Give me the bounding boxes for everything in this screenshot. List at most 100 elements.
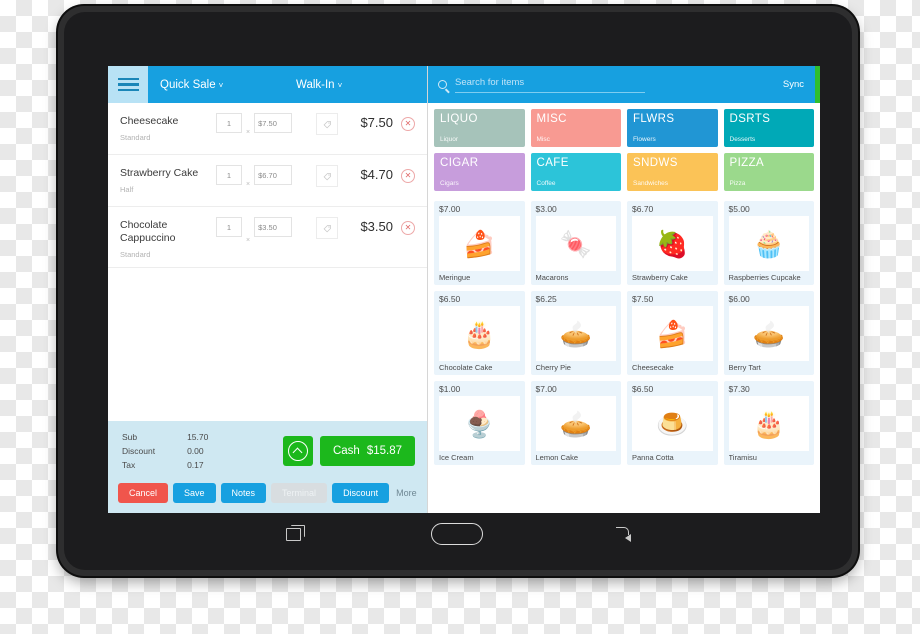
home-button-icon[interactable] bbox=[431, 523, 483, 545]
product-name: Ice Cream bbox=[439, 453, 474, 462]
product-image: 🥧 bbox=[535, 396, 616, 451]
remove-circle-icon[interactable]: ✕ bbox=[401, 117, 415, 131]
table-row: Tax 0.17 bbox=[122, 459, 208, 471]
product-tile[interactable]: $7.00 🍰 Meringue bbox=[434, 201, 525, 285]
product-tile[interactable]: $6.50 🎂 Chocolate Cake bbox=[434, 291, 525, 375]
category-name: Cigars bbox=[440, 180, 459, 187]
product-tile[interactable]: $7.30 🎂 Tiramisu bbox=[723, 381, 814, 465]
cart-item-info: Cheesecake Standard bbox=[120, 113, 216, 142]
table-row: Discount 0.00 bbox=[122, 445, 208, 457]
product-image: 🧁 bbox=[728, 216, 809, 271]
cart-item-variant: Standard bbox=[120, 133, 151, 142]
multiply-symbol: × bbox=[246, 128, 251, 136]
remove-circle-icon[interactable]: ✕ bbox=[401, 221, 415, 235]
unit-price-field[interactable]: $6.70 bbox=[254, 165, 293, 185]
product-name: Tiramisu bbox=[728, 453, 757, 462]
category-code: DSRTS bbox=[729, 113, 771, 125]
quantity-stepper[interactable]: 1 bbox=[216, 217, 242, 237]
product-name: Lemon Cake bbox=[535, 453, 579, 462]
cart-topbar: Quick Sale ˅ Walk-In ˅ bbox=[108, 66, 427, 103]
multiply-symbol: × bbox=[246, 237, 251, 244]
product-image: 🍮 bbox=[632, 396, 713, 451]
total-value: 15.70 bbox=[187, 432, 209, 442]
notes-button[interactable]: Notes bbox=[220, 483, 267, 503]
product-name: Panna Cotta bbox=[632, 453, 674, 462]
product-image: 🥧 bbox=[728, 306, 809, 361]
unit-price-field[interactable]: $3.50 bbox=[254, 217, 293, 237]
category-tile-cafe[interactable]: CAFE Coffee bbox=[530, 153, 621, 191]
android-nav-bar bbox=[64, 506, 852, 562]
category-tile-dsrts[interactable]: DSRTS Desserts bbox=[723, 109, 814, 147]
category-tile-misc[interactable]: MISC Misc bbox=[530, 109, 621, 147]
tag-icon[interactable] bbox=[316, 113, 339, 135]
product-image: 🍓 bbox=[632, 216, 713, 271]
cart-item-variant: Half bbox=[120, 185, 134, 194]
product-price: $6.50 bbox=[632, 384, 654, 394]
payment-controls: Cash $15.87 bbox=[282, 436, 415, 466]
product-tile[interactable]: $6.00 🥧 Berry Tart bbox=[723, 291, 814, 375]
table-row: Sub 15.70 bbox=[122, 431, 208, 443]
product-image: 🎂 bbox=[439, 306, 520, 361]
product-price: $6.50 bbox=[439, 294, 461, 304]
remove-circle-icon[interactable]: ✕ bbox=[401, 169, 415, 183]
quick-sale-selector[interactable]: Quick Sale ˅ bbox=[148, 79, 232, 91]
table-row[interactable]: Strawberry Cake Half 1 × $6.70 $4.70 ✕ bbox=[108, 155, 427, 207]
cart-item-name: Strawberry Cake bbox=[120, 167, 199, 179]
product-price: $7.30 bbox=[728, 384, 750, 394]
cancel-button[interactable]: Cancel bbox=[118, 483, 169, 503]
product-name: Meringue bbox=[439, 273, 471, 282]
total-value: 0.00 bbox=[187, 446, 204, 456]
sync-status-indicator bbox=[815, 66, 820, 103]
product-tile[interactable]: $3.00 🍬 Macarons bbox=[530, 201, 621, 285]
category-code: CIGAR bbox=[440, 157, 479, 169]
product-name: Cherry Pie bbox=[535, 363, 571, 372]
quantity-stepper[interactable]: 1 bbox=[216, 165, 242, 185]
product-grid: $7.00 🍰 Meringue $3.00 🍬 Macarons $6.70 … bbox=[428, 197, 820, 513]
category-name: Flowers bbox=[633, 136, 656, 143]
category-tile-flwrs[interactable]: FLWRS Flowers bbox=[627, 109, 718, 147]
recent-apps-icon[interactable] bbox=[286, 524, 305, 541]
tag-icon[interactable] bbox=[316, 217, 339, 239]
sync-button[interactable]: Sync bbox=[783, 79, 810, 90]
product-tile[interactable]: $1.00 🍨 Ice Cream bbox=[434, 381, 525, 465]
discount-button[interactable]: Discount bbox=[332, 483, 390, 503]
pay-amount-label: $15.87 bbox=[366, 445, 402, 457]
product-tile[interactable]: $7.00 🥧 Lemon Cake bbox=[530, 381, 621, 465]
table-row[interactable]: Chocolate Cappuccino Standard 1 × $3.50 … bbox=[108, 207, 427, 268]
product-price: $6.00 bbox=[728, 294, 750, 304]
category-tile-cigar[interactable]: CIGAR Cigars bbox=[434, 153, 525, 191]
category-tile-pizza[interactable]: PIZZA Pizza bbox=[723, 153, 814, 191]
product-tile[interactable]: $6.25 🥧 Cherry Pie bbox=[530, 291, 621, 375]
category-tile-sndws[interactable]: SNDWS Sandwiches bbox=[627, 153, 718, 191]
category-code: CAFE bbox=[536, 157, 569, 169]
cash-pay-button[interactable]: Cash $15.87 bbox=[319, 436, 415, 466]
product-price: $7.00 bbox=[439, 204, 461, 214]
product-tile[interactable]: $7.50 🍰 Cheesecake bbox=[627, 291, 718, 375]
product-tile[interactable]: $6.70 🍓 Strawberry Cake bbox=[627, 201, 718, 285]
category-code: SNDWS bbox=[633, 157, 678, 169]
hamburger-icon[interactable] bbox=[108, 66, 148, 103]
product-image: 🥧 bbox=[535, 306, 616, 361]
unit-price-field[interactable]: $7.50 bbox=[254, 113, 293, 133]
product-name: Macarons bbox=[535, 273, 569, 282]
cart-item-name: Chocolate Cappuccino bbox=[120, 219, 176, 244]
product-tile[interactable]: $5.00 🧁 Raspberries Cupcake bbox=[723, 201, 814, 285]
total-label: Tax bbox=[122, 460, 136, 470]
tablet-device: Quick Sale ˅ Walk-In ˅ Cheesecake Standard… bbox=[58, 6, 858, 576]
search-input[interactable]: Search for items bbox=[455, 77, 645, 93]
tag-icon[interactable] bbox=[316, 165, 339, 187]
chevron-up-circle-icon[interactable] bbox=[282, 436, 313, 466]
cart-panel: Quick Sale ˅ Walk-In ˅ Cheesecake Standard… bbox=[108, 66, 428, 513]
back-arrow-icon[interactable] bbox=[613, 527, 631, 542]
table-row[interactable]: Cheesecake Standard 1 × $7.50 $7.50 ✕ bbox=[108, 103, 427, 155]
product-tile[interactable]: $6.50 🍮 Panna Cotta bbox=[627, 381, 718, 465]
product-name: Strawberry Cake bbox=[632, 273, 688, 282]
customer-selector[interactable]: Walk-In ˅ bbox=[287, 79, 372, 91]
category-tile-liquo[interactable]: LIQUO Liquor bbox=[434, 109, 525, 147]
save-button[interactable]: Save bbox=[173, 483, 216, 503]
more-button[interactable]: More bbox=[394, 488, 417, 498]
quantity-stepper[interactable]: 1 bbox=[216, 113, 242, 133]
total-value: 0.17 bbox=[187, 460, 204, 470]
category-name: Coffee bbox=[536, 180, 556, 187]
line-total: $3.50 bbox=[360, 219, 393, 234]
